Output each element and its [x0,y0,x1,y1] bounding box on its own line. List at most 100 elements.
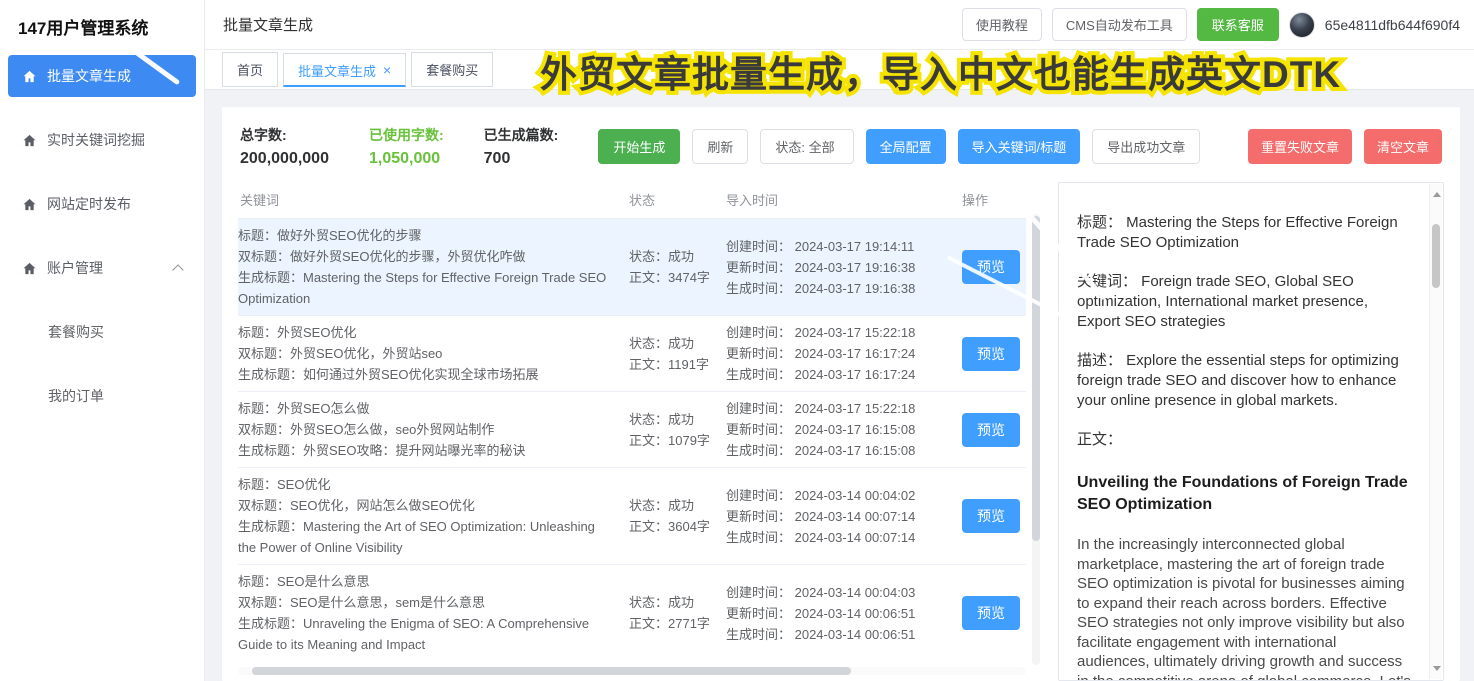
workspace: 总字数: 200,000,000 已使用字数: 1,050,000 已生成篇数:… [205,90,1474,681]
user-id: 65e4811dfb644f690f4 [1325,17,1460,33]
sidebar-subitem-label: 我的订单 [48,386,104,406]
row-generated-time: 生成时间： 2024-03-17 16:15:08 [726,440,962,461]
table-row[interactable]: 标题：SEO是什么意思 双标题：SEO是什么意思，sem是什么意思 生成标题：U… [238,564,1026,661]
tab-batch-article-generation[interactable]: 批量文章生成 × [283,53,406,87]
row-title: 标题：外贸SEO优化 [238,322,615,343]
row-status: 状态：成功 [629,246,726,267]
home-icon [22,197,37,212]
tab-bar: 首页 批量文章生成 × 套餐购买 [205,50,1474,90]
preview-button[interactable]: 预览 [962,337,1020,371]
row-created-time: 创建时间： 2024-03-17 19:14:11 [726,236,962,257]
row-double-title: 双标题：外贸SEO怎么做，seo外贸网站制作 [238,419,615,440]
tab-label: 批量文章生成 [298,61,376,80]
row-generated-time: 生成时间： 2024-03-17 19:16:38 [726,278,962,299]
preview-keywords: 关键词： Foreign trade SEO, Global SEO optim… [1077,272,1411,332]
sidebar-subitem-my-orders[interactable]: 我的订单 [0,375,204,417]
row-wordcount: 正文：3474字 [629,267,726,288]
stat-total-words: 总字数: 200,000,000 [240,125,329,168]
contact-support-button[interactable]: 联系客服 [1197,8,1279,41]
scroll-down-arrow-icon[interactable] [1433,666,1441,671]
preview-paragraph: In the increasingly interconnected globa… [1077,535,1411,681]
scrollbar-thumb[interactable] [1432,224,1440,288]
cms-tool-button[interactable]: CMS自动发布工具 [1052,8,1187,41]
export-success-button[interactable]: 导出成功文章 [1092,129,1200,164]
preview-button[interactable]: 预览 [962,413,1020,447]
article-table: 关键词 状态 导入时间 操作 标题：做好外贸SEO优化的步骤 双标题：做好外贸S… [238,182,1040,681]
row-double-title: 双标题：SEO是什么意思，sem是什么意思 [238,592,615,613]
table-row[interactable]: 标题：SEO优化 双标题：SEO优化，网站怎么做SEO优化 生成标题：Maste… [238,467,1026,564]
preview-scrollbar[interactable] [1429,184,1442,679]
row-generated-title: 生成标题：如何通过外贸SEO优化实现全球市场拓展 [238,364,615,385]
sidebar-item-batch-article-generation[interactable]: 批量文章生成 [8,55,196,97]
stats-toolbar-row: 总字数: 200,000,000 已使用字数: 1,050,000 已生成篇数:… [238,121,1444,182]
tab-close-icon[interactable]: × [383,65,391,75]
column-header-action: 操作 [962,190,1026,209]
reset-failed-button[interactable]: 重置失败文章 [1248,129,1352,164]
table-header: 关键词 状态 导入时间 操作 [238,182,1026,218]
stat-value: 200,000,000 [240,150,329,168]
row-title: 标题：做好外贸SEO优化的步骤 [238,225,615,246]
avatar[interactable] [1289,12,1315,38]
row-status: 状态：成功 [629,409,726,430]
home-icon [22,133,37,148]
row-generated-time: 生成时间： 2024-03-17 16:17:24 [726,364,962,385]
row-generated-title: 生成标题：外贸SEO攻略：提升网站曝光率的秘诀 [238,440,615,461]
breadcrumb: 批量文章生成 [223,14,313,35]
scrollbar-thumb[interactable] [252,667,851,675]
stat-value: 1,050,000 [369,150,444,168]
row-title: 标题：外贸SEO怎么做 [238,398,615,419]
tab-label: 首页 [237,60,263,79]
preview-title: 标题： Mastering the Steps for Effective Fo… [1077,213,1411,253]
topbar: 批量文章生成 使用教程 CMS自动发布工具 联系客服 65e4811dfb644… [205,0,1474,50]
stat-value: 700 [484,150,559,168]
sidebar-item-keyword-mining[interactable]: 实时关键词挖掘 [8,119,196,161]
tab-package-purchase[interactable]: 套餐购买 [411,52,493,87]
preview-button[interactable]: 预览 [962,250,1020,284]
sidebar-item-label: 批量文章生成 [47,66,131,86]
sidebar-item-account-management[interactable]: 账户管理 [8,247,196,289]
start-generate-button[interactable]: 开始生成 [598,129,680,164]
row-wordcount: 正文：3604字 [629,516,726,537]
row-status: 状态：成功 [629,333,726,354]
table-row[interactable]: 标题：外贸SEO优化 双标题：外贸SEO优化，外贸站seo 生成标题：如何通过外… [238,315,1026,391]
refresh-button[interactable]: 刷新 [692,129,748,164]
scrollbar-thumb[interactable] [1032,216,1040,541]
row-created-time: 创建时间： 2024-03-17 15:22:18 [726,322,962,343]
preview-button[interactable]: 预览 [962,499,1020,533]
app-window: 147用户管理系统 批量文章生成 实时关键词挖掘 网站定时发布 账户管理 [0,0,1474,681]
table-vertical-scrollbar[interactable] [1032,214,1040,665]
column-header-import-time: 导入时间 [726,190,962,209]
stat-label: 已使用字数: [369,125,444,145]
sidebar-item-scheduled-publish[interactable]: 网站定时发布 [8,183,196,225]
import-keywords-button[interactable]: 导入关键词/标题 [958,129,1081,164]
tab-home[interactable]: 首页 [222,52,278,87]
row-created-time: 创建时间： 2024-03-14 00:04:02 [726,485,962,506]
global-config-button[interactable]: 全局配置 [866,129,946,164]
scroll-up-arrow-icon[interactable] [1433,192,1441,197]
row-double-title: 双标题：SEO优化，网站怎么做SEO优化 [238,495,615,516]
main-area: 批量文章生成 使用教程 CMS自动发布工具 联系客服 65e4811dfb644… [205,0,1474,681]
preview-button[interactable]: 预览 [962,596,1020,630]
stat-label: 总字数: [240,125,329,145]
chevron-up-icon [172,264,183,275]
content-row: 关键词 状态 导入时间 操作 标题：做好外贸SEO优化的步骤 双标题：做好外贸S… [238,182,1444,681]
row-title: 标题：SEO优化 [238,474,615,495]
home-icon [22,69,37,84]
row-generated-title: 生成标题：Mastering the Steps for Effective F… [238,267,615,309]
row-wordcount: 正文：1079字 [629,430,726,451]
tutorial-button[interactable]: 使用教程 [962,8,1042,41]
table-row[interactable]: 标题：外贸SEO怎么做 双标题：外贸SEO怎么做，seo外贸网站制作 生成标题：… [238,391,1026,467]
status-filter-select[interactable]: 状态: 全部 [760,129,853,164]
table-row[interactable]: 标题：做好外贸SEO优化的步骤 双标题：做好外贸SEO优化的步骤，外贸优化咋做 … [238,218,1026,315]
row-status: 状态：成功 [629,592,726,613]
column-header-status: 状态 [629,190,726,209]
row-title: 标题：SEO是什么意思 [238,571,615,592]
stat-generated-articles: 已生成篇数: 700 [484,125,559,168]
table-horizontal-scrollbar[interactable] [238,667,1026,675]
content-card: 总字数: 200,000,000 已使用字数: 1,050,000 已生成篇数:… [222,107,1460,681]
clear-articles-button[interactable]: 清空文章 [1364,129,1442,164]
home-icon [22,261,37,276]
row-updated-time: 更新时间： 2024-03-17 16:17:24 [726,343,962,364]
sidebar-subitem-package-purchase[interactable]: 套餐购买 [0,311,204,353]
row-updated-time: 更新时间： 2024-03-14 00:06:51 [726,603,962,624]
